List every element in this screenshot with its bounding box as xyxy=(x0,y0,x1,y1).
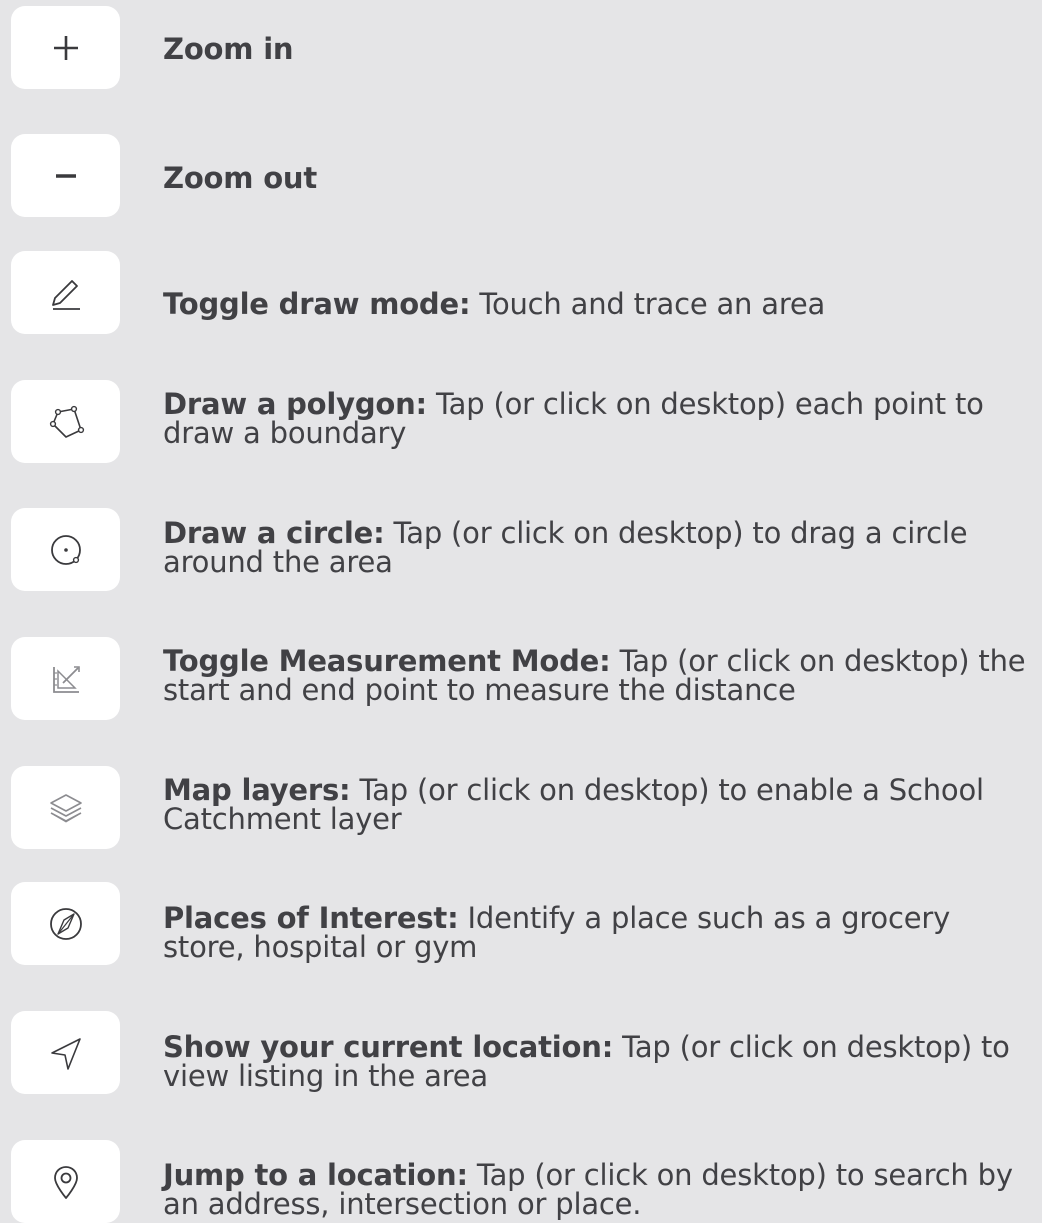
polygon-icon xyxy=(49,405,84,438)
jump-to-location-description: Jump to a location: Tap (or click on des… xyxy=(163,1161,1038,1219)
jump-to-location-button[interactable] xyxy=(11,1140,120,1223)
zoom-out-title: Zoom out xyxy=(163,161,318,195)
circle-icon xyxy=(50,534,81,565)
layers-icon xyxy=(49,793,82,822)
circle-description: Draw a circle: Tap (or click on desktop)… xyxy=(163,519,1038,577)
draw-mode-button[interactable] xyxy=(11,251,120,334)
minus-icon xyxy=(55,173,76,178)
map-pin-icon xyxy=(53,1165,78,1199)
circle-button[interactable] xyxy=(11,508,120,591)
measurement-button[interactable] xyxy=(11,637,120,720)
compass-icon xyxy=(49,907,82,940)
polygon-button[interactable] xyxy=(11,380,120,463)
places-of-interest-button[interactable] xyxy=(11,882,120,965)
map-layers-button[interactable] xyxy=(11,766,120,849)
location-arrow-icon xyxy=(50,1037,81,1070)
plus-icon xyxy=(53,35,78,60)
measure-icon xyxy=(52,665,80,693)
zoom-out-button[interactable] xyxy=(11,134,120,217)
places-of-interest-description: Places of Interest: Identify a place suc… xyxy=(163,904,1038,962)
draw-mode-text: Touch and trace an area xyxy=(470,287,826,321)
zoom-in-description: Zoom in xyxy=(163,35,1038,64)
map-layers-description: Map layers: Tap (or click on desktop) to… xyxy=(163,776,1038,834)
measurement-description: Toggle Measurement Mode: Tap (or click o… xyxy=(163,647,1038,705)
zoom-out-description: Zoom out xyxy=(163,164,1038,193)
polygon-description: Draw a polygon: Tap (or click on desktop… xyxy=(163,390,1038,448)
zoom-in-title: Zoom in xyxy=(163,32,294,66)
draw-mode-description: Toggle draw mode: Touch and trace an are… xyxy=(163,290,1038,319)
current-location-button[interactable] xyxy=(11,1011,120,1094)
zoom-in-button[interactable] xyxy=(11,6,120,89)
current-location-description: Show your current location: Tap (or clic… xyxy=(163,1033,1038,1091)
draw-mode-title: Toggle draw mode: xyxy=(163,287,471,321)
pencil-icon xyxy=(51,279,80,310)
